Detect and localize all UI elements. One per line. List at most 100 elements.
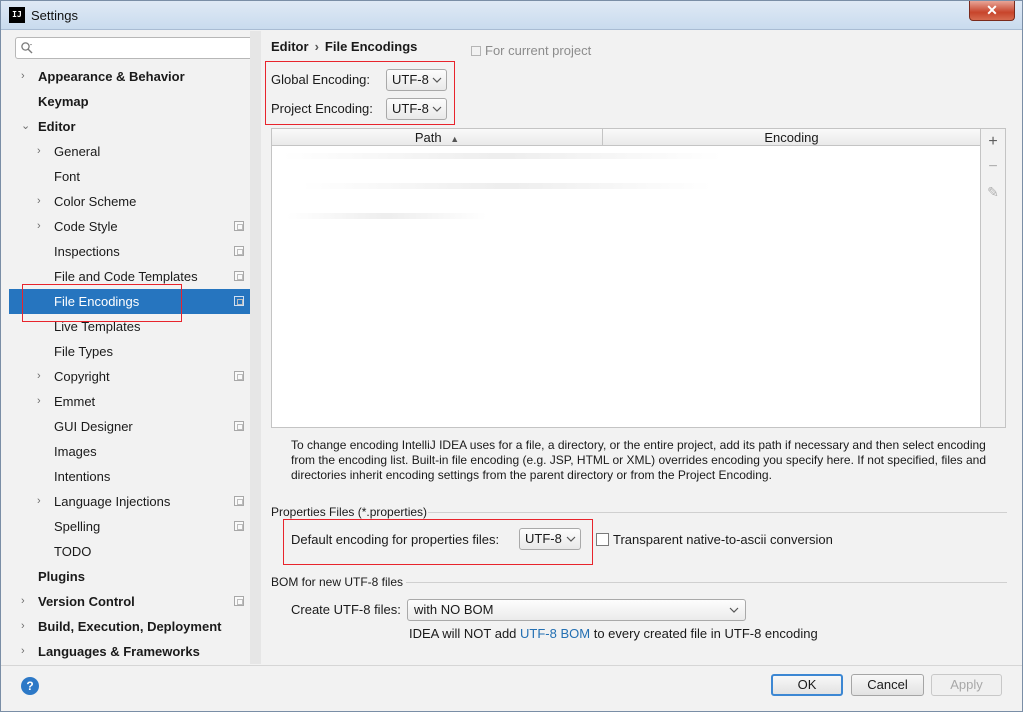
sidebar-item-copyright[interactable]: › Copyright: [9, 364, 250, 389]
sidebar-item-label: Keymap: [38, 94, 89, 109]
sidebar-item-label: Language Injections: [54, 494, 171, 509]
sidebar-item-label: TODO: [54, 544, 92, 559]
close-button[interactable]: ✕: [969, 1, 1015, 21]
breadcrumb-current: File Encodings: [324, 39, 418, 54]
sidebar-item-images[interactable]: Images: [9, 439, 250, 464]
column-header-encoding[interactable]: Encoding: [603, 129, 980, 146]
sidebar-item-label: Build, Execution, Deployment: [38, 619, 222, 634]
edit-icon[interactable]: ✎: [981, 181, 1005, 203]
sidebar-item-build-execution-deployment[interactable]: › Build, Execution, Deployment: [9, 614, 250, 639]
column-header-path[interactable]: Path ▲: [272, 129, 603, 146]
sidebar-item-font[interactable]: Font: [9, 164, 250, 189]
sidebar-item-gui-designer[interactable]: GUI Designer: [9, 414, 250, 439]
sidebar-item-emmet[interactable]: › Emmet: [9, 389, 250, 414]
sidebar-item-label: Version Control: [38, 594, 135, 609]
sidebar-item-label: Code Style: [54, 219, 118, 234]
collapsed-arrow-icon[interactable]: ›: [37, 214, 49, 239]
transparent-conversion-row: Transparent native-to-ascii conversion: [613, 528, 833, 552]
global-encoding-value: UTF-8: [392, 72, 429, 87]
create-utf8-value: with NO BOM: [414, 602, 494, 617]
collapsed-arrow-icon[interactable]: ›: [37, 364, 49, 389]
collapsed-arrow-icon[interactable]: ›: [21, 614, 33, 639]
sidebar-item-inspections[interactable]: Inspections: [9, 239, 250, 264]
sidebar-item-live-templates[interactable]: Live Templates: [9, 314, 250, 339]
sidebar-item-plugins[interactable]: Plugins: [9, 564, 250, 589]
search-field[interactable]: [15, 37, 254, 59]
sidebar-item-label: Font: [54, 169, 81, 184]
bom-note-suffix: to every created file in UTF-8 encoding: [590, 626, 818, 641]
sidebar-item-label: Live Templates: [54, 319, 141, 334]
apply-button[interactable]: Apply: [931, 674, 1002, 696]
create-utf8-select[interactable]: with NO BOM: [407, 599, 746, 621]
collapsed-arrow-icon[interactable]: ›: [21, 589, 33, 614]
search-input[interactable]: [38, 40, 248, 56]
sidebar-item-label: File Types: [54, 344, 114, 359]
sidebar-item-label: Images: [54, 444, 97, 459]
transparent-conversion-checkbox[interactable]: [596, 533, 609, 546]
table-row[interactable]: [287, 213, 487, 219]
sidebar-item-spelling[interactable]: Spelling: [9, 514, 250, 539]
sidebar-scrollbar[interactable]: [250, 31, 261, 664]
sidebar-item-version-control[interactable]: › Version Control: [9, 589, 250, 614]
encoding-help-text: To change encoding IntelliJ IDEA uses fo…: [291, 438, 987, 482]
sidebar-item-general[interactable]: › General: [9, 139, 250, 164]
collapsed-arrow-icon[interactable]: ›: [37, 189, 49, 214]
global-encoding-select[interactable]: UTF-8: [386, 69, 447, 91]
breadcrumb-parent[interactable]: Editor: [271, 39, 309, 54]
chevron-down-icon: [432, 106, 442, 112]
properties-default-label: Default encoding for properties files:: [291, 532, 500, 547]
sidebar-item-file-and-code-templates[interactable]: File and Code Templates: [9, 264, 250, 289]
sidebar-item-code-style[interactable]: › Code Style: [9, 214, 250, 239]
properties-encoding-value: UTF-8: [525, 531, 562, 546]
settings-window: IJ Settings ✕ › Appearance & Behavior Keym…: [0, 0, 1023, 712]
chevron-down-icon: [432, 77, 442, 83]
collapsed-arrow-icon[interactable]: ›: [37, 489, 49, 514]
project-scope-icon: [234, 596, 244, 606]
window-title: Settings: [31, 8, 78, 23]
collapsed-arrow-icon[interactable]: ›: [37, 139, 49, 164]
table-row[interactable]: [302, 183, 712, 189]
sidebar-item-todo[interactable]: TODO: [9, 539, 250, 564]
sidebar-item-intentions[interactable]: Intentions: [9, 464, 250, 489]
project-scope-icon: [234, 221, 244, 231]
sidebar-item-file-types[interactable]: File Types: [9, 339, 250, 364]
search-icon: [21, 42, 33, 54]
sidebar-item-label: Emmet: [54, 394, 96, 409]
project-scope-icon: [234, 371, 244, 381]
add-icon[interactable]: +: [981, 131, 1005, 153]
collapsed-arrow-icon[interactable]: ›: [37, 389, 49, 414]
chevron-down-icon: [729, 607, 739, 613]
bom-note: IDEA will NOT add UTF-8 BOM to every cre…: [409, 622, 818, 646]
sidebar-item-label: Inspections: [54, 244, 120, 259]
create-utf8-row: Create UTF-8 files:: [291, 598, 401, 622]
sidebar-item-color-scheme[interactable]: › Color Scheme: [9, 189, 250, 214]
table-row[interactable]: [282, 153, 722, 159]
project-encoding-row: Project Encoding:: [271, 97, 373, 121]
utf8-bom-link[interactable]: UTF-8 BOM: [520, 626, 590, 641]
sidebar-item-label: File Encodings: [54, 294, 140, 309]
cancel-button[interactable]: Cancel: [851, 674, 924, 696]
ok-button[interactable]: OK: [771, 674, 843, 696]
sidebar-item-languages-frameworks[interactable]: › Languages & Frameworks: [9, 639, 250, 664]
project-scope-icon: [234, 246, 244, 256]
collapsed-arrow-icon[interactable]: ›: [21, 639, 33, 664]
sidebar-item-appearance-behavior[interactable]: › Appearance & Behavior: [9, 64, 250, 89]
sidebar-item-keymap[interactable]: Keymap: [9, 89, 250, 114]
sidebar-item-file-encodings[interactable]: File Encodings: [9, 289, 250, 314]
sidebar-item-language-injections[interactable]: › Language Injections: [9, 489, 250, 514]
expanded-arrow-icon[interactable]: ⌄: [21, 114, 33, 139]
help-icon[interactable]: ?: [21, 677, 39, 695]
bom-section-title: BOM for new UTF-8 files: [271, 575, 404, 589]
title-bar[interactable]: IJ Settings ✕: [1, 1, 1022, 30]
sidebar-item-label: Copyright: [54, 369, 110, 384]
sidebar-item-label: File and Code Templates: [54, 269, 198, 284]
transparent-conversion-label[interactable]: Transparent native-to-ascii conversion: [613, 532, 833, 547]
sidebar-item-label: Editor: [38, 119, 76, 134]
project-encoding-select[interactable]: UTF-8: [386, 98, 447, 120]
collapsed-arrow-icon[interactable]: ›: [21, 64, 33, 89]
path-encoding-table[interactable]: Path ▲ Encoding: [271, 128, 981, 428]
sidebar-item-editor[interactable]: ⌄ Editor: [9, 114, 250, 139]
properties-encoding-select[interactable]: UTF-8: [519, 528, 581, 550]
settings-sidebar: › Appearance & Behavior Keymap ⌄ Editor › Gene…: [9, 31, 261, 664]
remove-icon[interactable]: −: [981, 156, 1005, 178]
